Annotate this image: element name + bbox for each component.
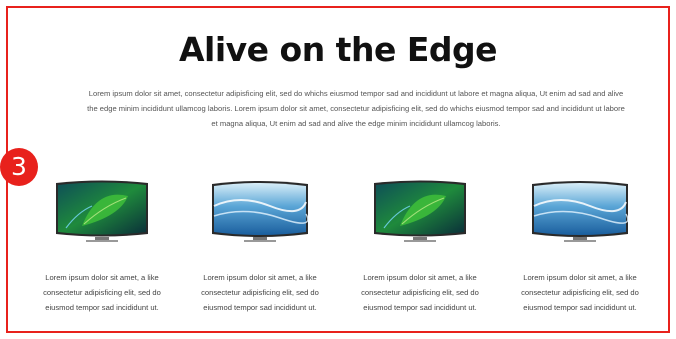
tv-ocean-image[interactable] bbox=[200, 176, 320, 248]
section-intro: Lorem ipsum dolor sit amet, consectetur … bbox=[87, 89, 625, 128]
section-title: Alive on the Edge bbox=[178, 30, 498, 69]
tv-leaf-image[interactable] bbox=[42, 176, 162, 248]
product-caption: Lorem ipsum dolor sit amet, a like conse… bbox=[43, 273, 161, 312]
product-caption: Lorem ipsum dolor sit amet, a like conse… bbox=[201, 273, 319, 312]
tv-ocean-image[interactable] bbox=[520, 176, 640, 248]
product-caption: Lorem ipsum dolor sit amet, a like conse… bbox=[361, 273, 479, 312]
product-card[interactable]: Lorem ipsum dolor sit amet, a like conse… bbox=[192, 176, 328, 312]
product-card[interactable]: Lorem ipsum dolor sit amet, a like conse… bbox=[512, 176, 648, 312]
tv-leaf-image[interactable] bbox=[360, 176, 480, 248]
section-number-badge: 3 bbox=[0, 148, 38, 186]
product-card[interactable]: Lorem ipsum dolor sit amet, a like conse… bbox=[352, 176, 488, 312]
product-card[interactable]: Lorem ipsum dolor sit amet, a like conse… bbox=[34, 176, 170, 312]
product-caption: Lorem ipsum dolor sit amet, a like conse… bbox=[521, 273, 639, 312]
